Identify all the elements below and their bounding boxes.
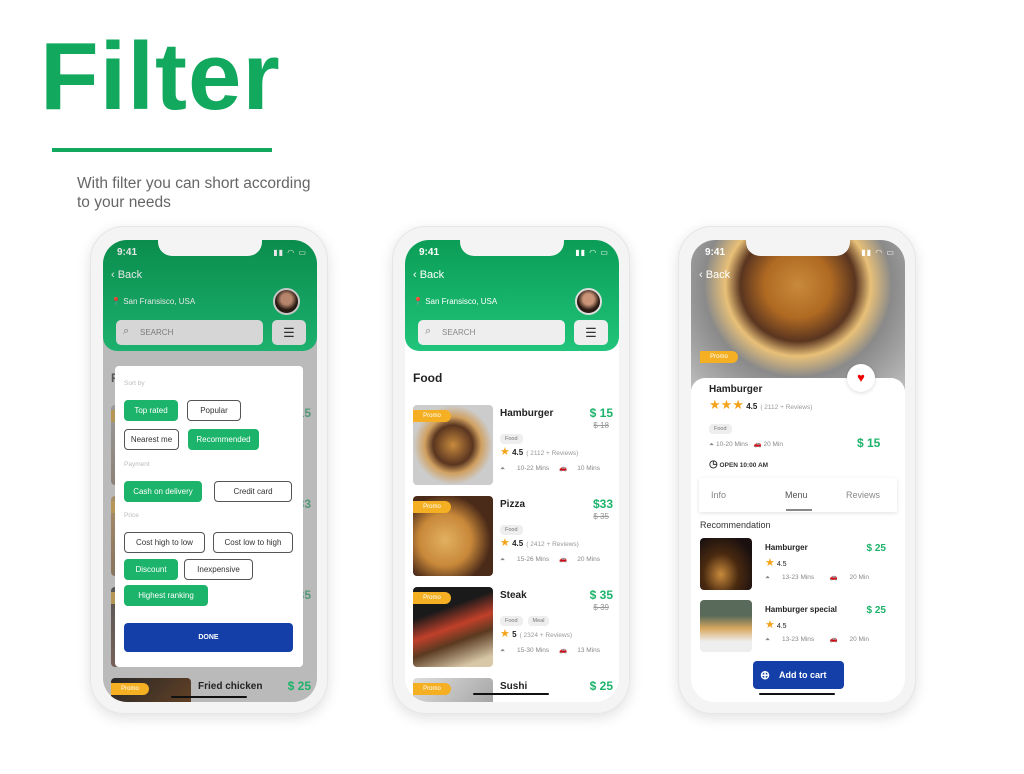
- star-icon: ★: [765, 619, 775, 631]
- tab-info[interactable]: Info: [711, 490, 726, 500]
- star-icon: ★: [500, 628, 510, 640]
- page-title: Filter: [40, 23, 281, 130]
- chip-highest-ranking[interactable]: Highest ranking: [124, 585, 208, 606]
- chip-credit-card[interactable]: Credit card: [214, 481, 292, 502]
- payment-label: Payment: [124, 461, 150, 468]
- car-icon: 🚗: [829, 574, 838, 581]
- sliders-icon: ☰: [585, 325, 597, 340]
- favorite-heart-icon[interactable]: ♥: [847, 364, 875, 392]
- chip-nearest-me[interactable]: Nearest me: [124, 429, 179, 450]
- phone-detail: 9:41 ▮▮ ◠ ▭ ‹ Back Promo Hamburger ★★★ 4…: [678, 226, 916, 714]
- list-item-steak[interactable]: Promo Steak $ 35 $ 39 Food Meal ★ 5( 2324 +…: [413, 587, 613, 669]
- star-icon: ★★★: [709, 397, 744, 412]
- search-input[interactable]: ⌕ SEARCH: [418, 320, 565, 345]
- sliders-icon: ☰: [283, 325, 295, 340]
- tab-menu[interactable]: Menu: [785, 490, 808, 500]
- cloche-icon: ⏶: [765, 574, 771, 581]
- chip-top-rated[interactable]: Top rated: [124, 400, 178, 421]
- car-icon: 🚗: [559, 556, 568, 563]
- cloche-icon: ⏶: [500, 556, 506, 563]
- search-icon: ⌕: [425, 325, 432, 337]
- title-underline: [52, 148, 272, 152]
- back-button[interactable]: ‹ Back: [413, 269, 444, 281]
- location: 📍 San Fransisco, USA: [413, 297, 498, 306]
- avatar[interactable]: [273, 288, 300, 315]
- home-indicator: [759, 693, 835, 695]
- header: 9:41 ▮▮ ◠ ▭ ‹ Back 📍 San Fransisco, USA …: [405, 240, 619, 351]
- status-icons: ▮▮ ◠ ▭: [861, 248, 895, 257]
- cloche-icon: ⏶: [500, 647, 506, 654]
- price: $ 15: [857, 436, 881, 450]
- chip-recommended[interactable]: Recommended: [188, 429, 259, 450]
- promo-badge: Promo: [700, 351, 738, 363]
- list-item-sushi[interactable]: Promo Sushi $ 25: [413, 678, 613, 702]
- page-subtitle: With filter you can short according to y…: [77, 175, 311, 211]
- star-icon: ★: [765, 557, 775, 569]
- plus-circle-icon: ⊕: [760, 668, 771, 682]
- search-icon: ⌕: [123, 325, 130, 337]
- filter-modal: Sort by Top rated Popular Nearest me Rec…: [115, 366, 303, 667]
- cloche-icon: ⏶: [709, 441, 715, 448]
- rec-item[interactable]: Hamburger special $ 25 ★ 4.5 ⏶ 13-23 Mins…: [700, 600, 900, 652]
- filter-button[interactable]: ☰: [574, 320, 608, 345]
- phone-filter: Food Promo$ 15 Promo$33 Promo$ 35 PromoF…: [90, 226, 328, 714]
- sort-by-label: Sort by: [124, 380, 145, 387]
- back-button[interactable]: ‹ Back: [699, 269, 730, 281]
- chip-cost-high-to-low[interactable]: Cost high to low: [124, 532, 205, 553]
- cloche-icon: ⏶: [765, 636, 771, 643]
- avatar[interactable]: [575, 288, 602, 315]
- list-item-pizza[interactable]: Promo Pizza $33 $ 35 Food ★ 4.5( 2412 + Re…: [413, 496, 613, 578]
- active-tab-indicator: [786, 509, 812, 511]
- notch: [158, 240, 262, 256]
- cloche-icon: ⏶: [500, 465, 506, 472]
- price-label: Price: [124, 512, 139, 519]
- car-icon: 🚗: [753, 441, 762, 448]
- pin-icon: 📍: [413, 297, 423, 306]
- star-icon: ★: [500, 446, 510, 458]
- tab-bar: Info Menu Reviews: [699, 478, 897, 512]
- food-name: Hamburger: [709, 384, 763, 395]
- header: 9:41 ▮▮ ◠ ▭ ‹ Back 📍 San Fransisco, USA …: [103, 240, 317, 351]
- filter-button[interactable]: ☰: [272, 320, 306, 345]
- car-icon: 🚗: [559, 465, 568, 472]
- chip-popular[interactable]: Popular: [187, 400, 241, 421]
- notch: [460, 240, 564, 256]
- status-icons: ▮▮ ◠ ▭: [273, 248, 307, 257]
- rec-item[interactable]: Hamburger $ 25 ★ 4.5 ⏶ 13-23 Mins 🚗 20 Mi…: [700, 538, 900, 590]
- tab-reviews[interactable]: Reviews: [846, 490, 880, 500]
- food-heading: Food: [413, 371, 443, 385]
- phone-list: 9:41 ▮▮ ◠ ▭ ‹ Back 📍 San Fransisco, USA …: [392, 226, 630, 714]
- clock-icon: ◷: [709, 459, 718, 470]
- list-item-hamburger[interactable]: Promo Hamburger $ 15 $ 18 Food ★ 4.5( 2112…: [413, 405, 613, 487]
- chip-cash-on-delivery[interactable]: Cash on delivery: [124, 481, 202, 502]
- home-indicator: [473, 693, 549, 695]
- car-icon: 🚗: [829, 636, 838, 643]
- food-hero-image: [691, 240, 905, 390]
- list-item-fried-chicken[interactable]: Promo Fried chicken $ 25: [111, 678, 311, 702]
- chip-discount[interactable]: Discount: [124, 559, 178, 580]
- status-icons: ▮▮ ◠ ▭: [575, 248, 609, 257]
- car-icon: 🚗: [559, 647, 568, 654]
- star-icon: ★: [500, 537, 510, 549]
- done-button[interactable]: DONE: [124, 623, 293, 652]
- recommendation-heading: Recommendation: [700, 520, 771, 530]
- notch: [746, 240, 850, 256]
- add-to-cart-button[interactable]: ⊕ Add to cart: [753, 661, 844, 689]
- pin-icon: 📍: [111, 297, 121, 306]
- chip-cost-low-to-high[interactable]: Cost low to high: [213, 532, 293, 553]
- location: 📍 San Fransisco, USA: [111, 297, 196, 306]
- search-input[interactable]: ⌕ SEARCH: [116, 320, 263, 345]
- chip-inexpensive[interactable]: Inexpensive: [184, 559, 253, 580]
- back-button[interactable]: ‹ Back: [111, 269, 142, 281]
- home-indicator: [171, 696, 247, 698]
